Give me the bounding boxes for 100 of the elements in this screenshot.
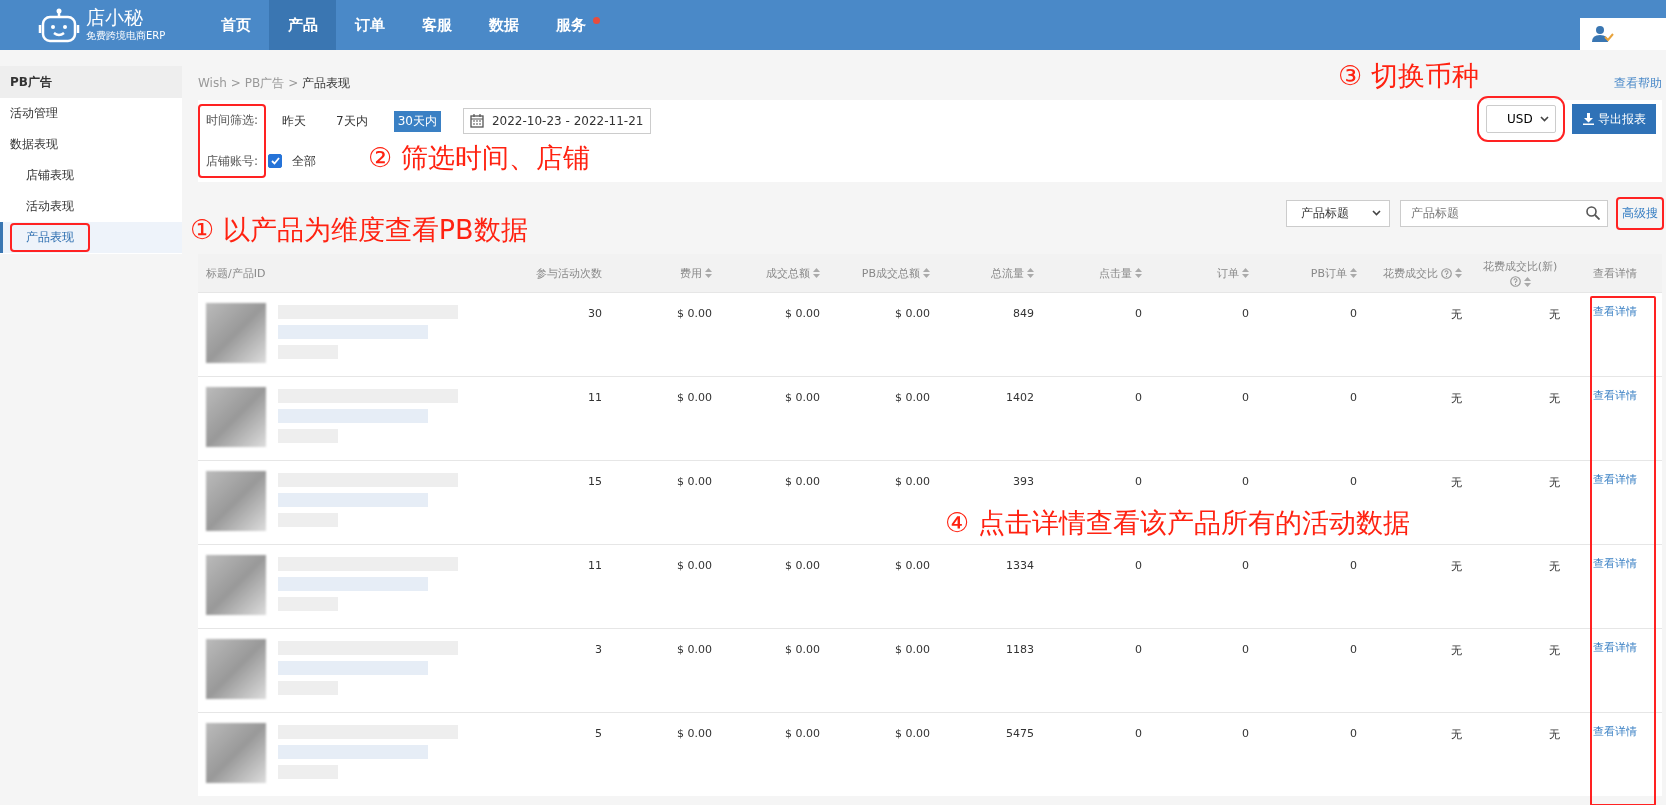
sidebar-item[interactable]: 数据表现 [0, 129, 182, 160]
advanced-search-link[interactable]: 高级搜 [1618, 198, 1662, 228]
view-details-link[interactable]: 查看详情 [1593, 724, 1637, 739]
filter-label: 店铺账号: [206, 153, 259, 170]
breadcrumb-separator: > [288, 76, 299, 90]
table-cell-text: 0 [1241, 474, 1250, 488]
checkbox-label: 全部 [292, 152, 317, 170]
breadcrumb-separator: > [230, 76, 241, 90]
nav-tab[interactable]: 服务 [537, 0, 604, 50]
table-cell-text: 0 [1241, 558, 1250, 572]
sort-icon[interactable] [1455, 268, 1462, 278]
nav-tab[interactable]: 客服 [403, 0, 470, 50]
date-range-field[interactable]: 2022-10-23 - 2022-11-21 [462, 108, 651, 134]
help-link[interactable]: 查看帮助 [1614, 74, 1662, 92]
sidebar-item[interactable]: 活动管理 [0, 98, 182, 129]
search-icon[interactable] [1586, 205, 1600, 220]
sort-icon[interactable] [1242, 268, 1249, 278]
sidebar-title: PB广告 [0, 66, 182, 98]
table-cell-text: 无 [1548, 475, 1561, 490]
nav-tab[interactable]: 产品 [269, 0, 336, 50]
table-cell-text: $ 0.00 [784, 726, 821, 740]
table-cell-text: 0 [1134, 474, 1143, 488]
export-button[interactable]: 导出报表 [1572, 104, 1656, 134]
table-cell-text: $ 0.00 [676, 642, 713, 656]
column-header[interactable]: PB订单 [1310, 265, 1347, 281]
sort-icon[interactable] [1350, 268, 1357, 278]
table-cell-text: 5 [594, 726, 603, 740]
time-option[interactable]: 30天内 [393, 110, 441, 132]
table-cell-text: 393 [1012, 474, 1035, 488]
table-cell-text: 0 [1241, 306, 1250, 320]
column-header[interactable]: 花费成交比(新) [1482, 259, 1558, 274]
help-icon[interactable] [1441, 267, 1452, 279]
annotation-text: ③ 切换币种 [1338, 59, 1479, 93]
annotation-text: ② 筛选时间、店铺 [368, 141, 590, 175]
column-header[interactable]: 订单 [1217, 265, 1239, 281]
table-cell-text: $ 0.00 [676, 306, 713, 320]
table-cell-text: 无 [1450, 475, 1463, 490]
table-cell-text: 0 [1134, 726, 1143, 740]
table-cell-text: $ 0.00 [894, 642, 931, 656]
table-cell-text: 1183 [1005, 642, 1035, 656]
nav-tab[interactable]: 首页 [202, 0, 269, 50]
table-cell-text: 无 [1548, 307, 1561, 322]
column-header[interactable]: 费用 [680, 265, 702, 281]
view-details-link[interactable]: 查看详情 [1593, 472, 1637, 487]
table-cell-text: 无 [1450, 391, 1463, 406]
sort-icon[interactable] [1027, 268, 1034, 278]
column-header[interactable]: 成交总额 [766, 265, 810, 281]
breadcrumb-item[interactable]: Wish [198, 76, 227, 90]
nav-tab[interactable]: 订单 [336, 0, 403, 50]
sort-icon[interactable] [705, 268, 712, 278]
column-header[interactable]: 总流量 [991, 265, 1024, 281]
nav-tab[interactable]: 数据 [470, 0, 537, 50]
search-field[interactable]: 产品标题 [1400, 199, 1608, 227]
view-details-link[interactable]: 查看详情 [1593, 640, 1637, 655]
sort-icon[interactable] [1523, 276, 1531, 287]
table-cell-text: 0 [1349, 390, 1358, 404]
table-cell-text: 0 [1349, 306, 1358, 320]
table-cell-text: 0 [1134, 306, 1143, 320]
table-cell-text: $ 0.00 [894, 474, 931, 488]
view-details-link[interactable]: 查看详情 [1593, 556, 1637, 571]
column-header[interactable]: 点击量 [1099, 265, 1132, 281]
time-option[interactable]: 7天内 [332, 110, 372, 132]
table-cell-text: $ 0.00 [784, 642, 821, 656]
sort-icon[interactable] [1135, 268, 1142, 278]
table-cell-text: 0 [1241, 726, 1250, 740]
sidebar-item[interactable]: 产品表现 [0, 222, 182, 253]
photo-placeholder [206, 303, 266, 363]
table-cell-text: 无 [1548, 643, 1561, 658]
table-cell-text: 无 [1450, 307, 1463, 322]
column-header[interactable]: 花费成交比 [1383, 265, 1438, 281]
breadcrumb-item[interactable]: PB广告 [244, 74, 285, 92]
column-header: 标题/产品ID [206, 265, 266, 281]
table-cell-text: $ 0.00 [676, 726, 713, 740]
table-cell-text: 0 [1349, 558, 1358, 572]
sort-icon[interactable] [813, 268, 820, 278]
column-header[interactable]: PB成交总额 [861, 265, 920, 281]
table-cell-text: 1334 [1005, 558, 1035, 572]
sidebar-item[interactable]: 活动表现 [0, 191, 182, 222]
column-header: 参与活动次数 [536, 265, 602, 281]
view-details-link[interactable]: 查看详情 [1593, 304, 1637, 319]
table-cell-text: 0 [1349, 726, 1358, 740]
user-icon[interactable] [1592, 25, 1614, 43]
table-cell-text: 11 [587, 558, 603, 572]
calendar-icon [469, 114, 484, 128]
field-select[interactable]: 产品标题 [1286, 199, 1390, 227]
table-cell-text: $ 0.00 [676, 474, 713, 488]
table-cell-text: $ 0.00 [894, 390, 931, 404]
sidebar-item[interactable]: 店铺表现 [0, 160, 182, 191]
table-cell-text: 无 [1548, 727, 1561, 742]
photo-placeholder [206, 555, 266, 615]
help-icon[interactable] [1509, 276, 1521, 287]
photo-placeholder [206, 471, 266, 531]
table-cell-text: 30 [587, 306, 603, 320]
checkbox[interactable] [268, 154, 283, 168]
time-option[interactable]: 昨天 [278, 110, 311, 132]
table-cell-text: 15 [587, 474, 603, 488]
sort-icon[interactable] [923, 268, 930, 278]
view-details-link[interactable]: 查看详情 [1593, 388, 1637, 403]
table-cell-text: $ 0.00 [894, 726, 931, 740]
table-cell-text: 0 [1134, 642, 1143, 656]
